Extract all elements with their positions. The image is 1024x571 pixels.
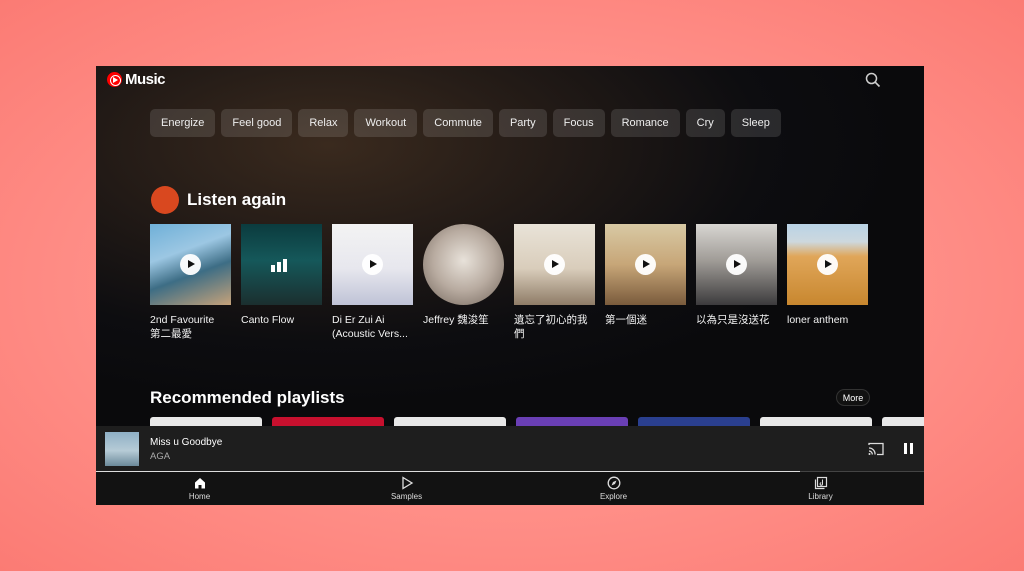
home-icon	[194, 478, 205, 489]
album-card[interactable]: 遺忘了初心的我 們	[514, 224, 595, 341]
play-icon[interactable]	[362, 254, 383, 275]
album-card[interactable]: Di Er Zui Ai (Acoustic Vers...	[332, 224, 413, 341]
artist-photo[interactable]	[423, 224, 504, 305]
album-art[interactable]	[605, 224, 686, 305]
avatar[interactable]	[151, 186, 179, 214]
mood-chip-commute[interactable]: Commute	[423, 109, 493, 137]
nav-item-samples[interactable]: Samples	[303, 472, 510, 505]
album-title[interactable]: 第一個迷	[605, 313, 686, 327]
album-art[interactable]	[787, 224, 868, 305]
explore-icon	[607, 476, 620, 490]
pause-button[interactable]	[904, 443, 914, 454]
album-art[interactable]	[514, 224, 595, 305]
search-icon[interactable]	[865, 72, 881, 88]
mood-chip-focus[interactable]: Focus	[552, 109, 605, 137]
play-icon[interactable]	[635, 254, 656, 275]
album-subtitle: (Acoustic Vers...	[332, 328, 408, 340]
album-title[interactable]: Di Er Zui Ai	[332, 313, 413, 327]
youtube-music-logo-icon	[107, 72, 122, 87]
mood-chips: Energize Feel good Relax Workout Commute…	[150, 109, 781, 137]
samples-icon	[401, 476, 413, 490]
nav-label: Library	[808, 492, 833, 501]
now-playing-bars-icon	[271, 259, 287, 272]
mood-chip-sleep[interactable]: Sleep	[730, 109, 781, 137]
album-art[interactable]	[332, 224, 413, 305]
top-bar: Music	[96, 66, 924, 92]
app-logo[interactable]: Music	[107, 71, 166, 88]
mood-chip-workout[interactable]: Workout	[354, 109, 418, 137]
album-card[interactable]: 2nd Favourite 第二最愛	[150, 224, 231, 341]
now-playing-artist[interactable]: AGA	[150, 451, 170, 462]
app-title: Music	[125, 71, 166, 88]
listen-again-header: Listen again	[151, 186, 286, 214]
mood-chip-energize[interactable]: Energize	[150, 109, 216, 137]
album-subtitle: 第二最愛	[150, 328, 192, 340]
play-icon[interactable]	[180, 254, 201, 275]
mood-chip-relax[interactable]: Relax	[298, 109, 349, 137]
album-art[interactable]	[150, 224, 231, 305]
app-window: Music Energize Feel good Relax Workout C…	[96, 66, 924, 505]
mood-chip-romance[interactable]: Romance	[610, 109, 680, 137]
nav-label: Samples	[390, 492, 423, 501]
play-icon[interactable]	[726, 254, 747, 275]
section-title-recommended-playlists: Recommended playlists	[150, 388, 345, 407]
play-icon[interactable]	[544, 254, 565, 275]
album-title[interactable]: 遺忘了初心的我	[514, 313, 595, 327]
artist-name[interactable]: Jeffrey 魏浚笙	[423, 313, 504, 327]
album-title[interactable]: 2nd Favourite	[150, 313, 231, 327]
pause-icon	[904, 443, 907, 454]
album-art[interactable]	[241, 224, 322, 305]
album-subtitle: 們	[514, 328, 525, 340]
cast-icon[interactable]	[868, 442, 884, 456]
mini-player[interactable]: Miss u Goodbye AGA	[96, 426, 924, 472]
album-art[interactable]	[696, 224, 777, 305]
artist-card[interactable]: Jeffrey 魏浚笙	[423, 224, 504, 341]
album-card[interactable]: Canto Flow	[241, 224, 322, 341]
more-button[interactable]: More	[836, 389, 870, 406]
album-title[interactable]: 以為只是沒送花	[696, 313, 777, 327]
mood-chip-cry[interactable]: Cry	[685, 109, 725, 137]
now-playing-art[interactable]	[105, 432, 139, 466]
mood-chip-feel-good[interactable]: Feel good	[221, 109, 293, 137]
nav-item-explore[interactable]: Explore	[510, 472, 717, 505]
album-title[interactable]: Canto Flow	[241, 313, 322, 327]
bottom-navigation: Home Samples Explore Library	[96, 472, 924, 505]
album-card[interactable]: 以為只是沒送花	[696, 224, 777, 341]
nav-item-home[interactable]: Home	[96, 472, 303, 505]
nav-label: Explore	[599, 492, 628, 501]
album-card[interactable]: loner anthem	[787, 224, 868, 341]
play-icon[interactable]	[817, 254, 838, 275]
library-icon	[814, 476, 827, 490]
mood-chip-party[interactable]: Party	[498, 109, 547, 137]
album-title[interactable]: loner anthem	[787, 313, 868, 327]
nav-item-library[interactable]: Library	[717, 472, 924, 505]
album-card[interactable]: 第一個迷	[605, 224, 686, 341]
nav-label: Home	[188, 492, 211, 501]
section-title-listen-again: Listen again	[187, 190, 287, 209]
listen-again-row: 2nd Favourite 第二最愛 Canto Flow Di Er Zui …	[150, 224, 868, 341]
pause-icon-bar	[910, 443, 913, 454]
now-playing-title[interactable]: Miss u Goodbye	[150, 437, 222, 448]
